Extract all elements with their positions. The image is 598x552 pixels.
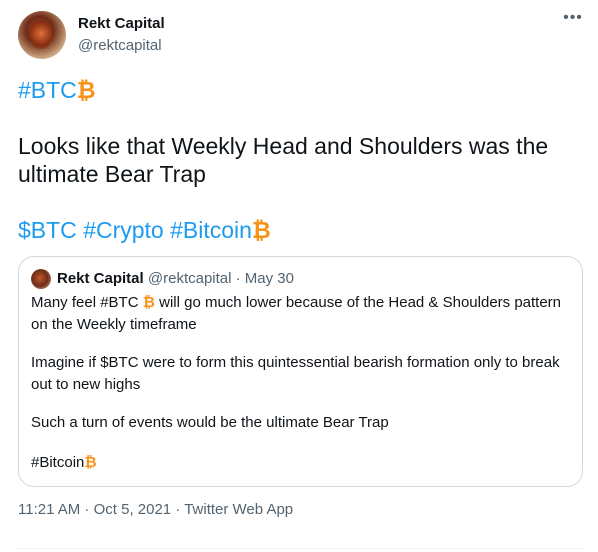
quoted-text-line4: out to new highs xyxy=(31,376,141,393)
quoted-tweet[interactable]: Rekt Capital @rektcapital · May 30 Many … xyxy=(18,256,583,487)
quoted-tweet-header: Rekt Capital @rektcapital · May 30 xyxy=(57,270,294,287)
tweet-body-line1: Looks like that Weekly Head and Shoulder… xyxy=(18,133,549,159)
hashtag-bitcoin-link[interactable]: #Bitcoin xyxy=(170,217,252,243)
author-avatar[interactable] xyxy=(18,11,66,59)
cashtag-btc-link[interactable]: $BTC xyxy=(18,217,77,243)
quoted-text-line1: Many feel #BTC ₿ will go much lower beca… xyxy=(31,293,561,313)
author-handle[interactable]: @rektcapital xyxy=(78,37,162,54)
quoted-text-line3: Imagine if $BTC were to form this quinte… xyxy=(31,354,560,371)
tweet-card: Rekt Capital @rektcapital ••• #BTC₿ Look… xyxy=(0,0,598,552)
author-name[interactable]: Rekt Capital xyxy=(78,15,165,32)
tweet-body-line2: ultimate Bear Trap xyxy=(18,161,206,187)
tweet-timestamp[interactable]: 11:21 AM · Oct 5, 2021 · Twitter Web App xyxy=(18,501,293,518)
divider xyxy=(18,548,583,549)
hashtag-btc-link[interactable]: #BTC xyxy=(18,77,77,103)
quoted-author-meta: @rektcapital · May 30 xyxy=(147,270,294,287)
quoted-text-line5: Such a turn of events would be the ultim… xyxy=(31,414,389,431)
bitcoin-emoji-icon: ₿ xyxy=(142,294,155,311)
tweet-tags-line: $BTC #Crypto #Bitcoin₿ xyxy=(18,216,271,244)
quoted-hashtag-bitcoin: #Bitcoin xyxy=(31,454,85,471)
tweet-hashtag-line: #BTC₿ xyxy=(18,76,96,104)
quoted-text-prefix: Many feel #BTC xyxy=(31,294,139,311)
bitcoin-emoji-icon: ₿ xyxy=(84,454,97,471)
quoted-text-line2: on the Weekly timeframe xyxy=(31,316,197,333)
hashtag-crypto-link[interactable]: #Crypto xyxy=(83,217,164,243)
more-options-icon[interactable]: ••• xyxy=(562,10,584,30)
quoted-text-line6: #Bitcoin₿ xyxy=(31,453,97,473)
quoted-text-suffix: will go much lower because of the Head &… xyxy=(159,294,562,311)
quoted-author-name: Rekt Capital xyxy=(57,270,144,287)
bitcoin-emoji-icon: ₿ xyxy=(76,77,96,103)
bitcoin-emoji-icon: ₿ xyxy=(251,217,271,243)
quoted-author-avatar xyxy=(31,269,51,289)
